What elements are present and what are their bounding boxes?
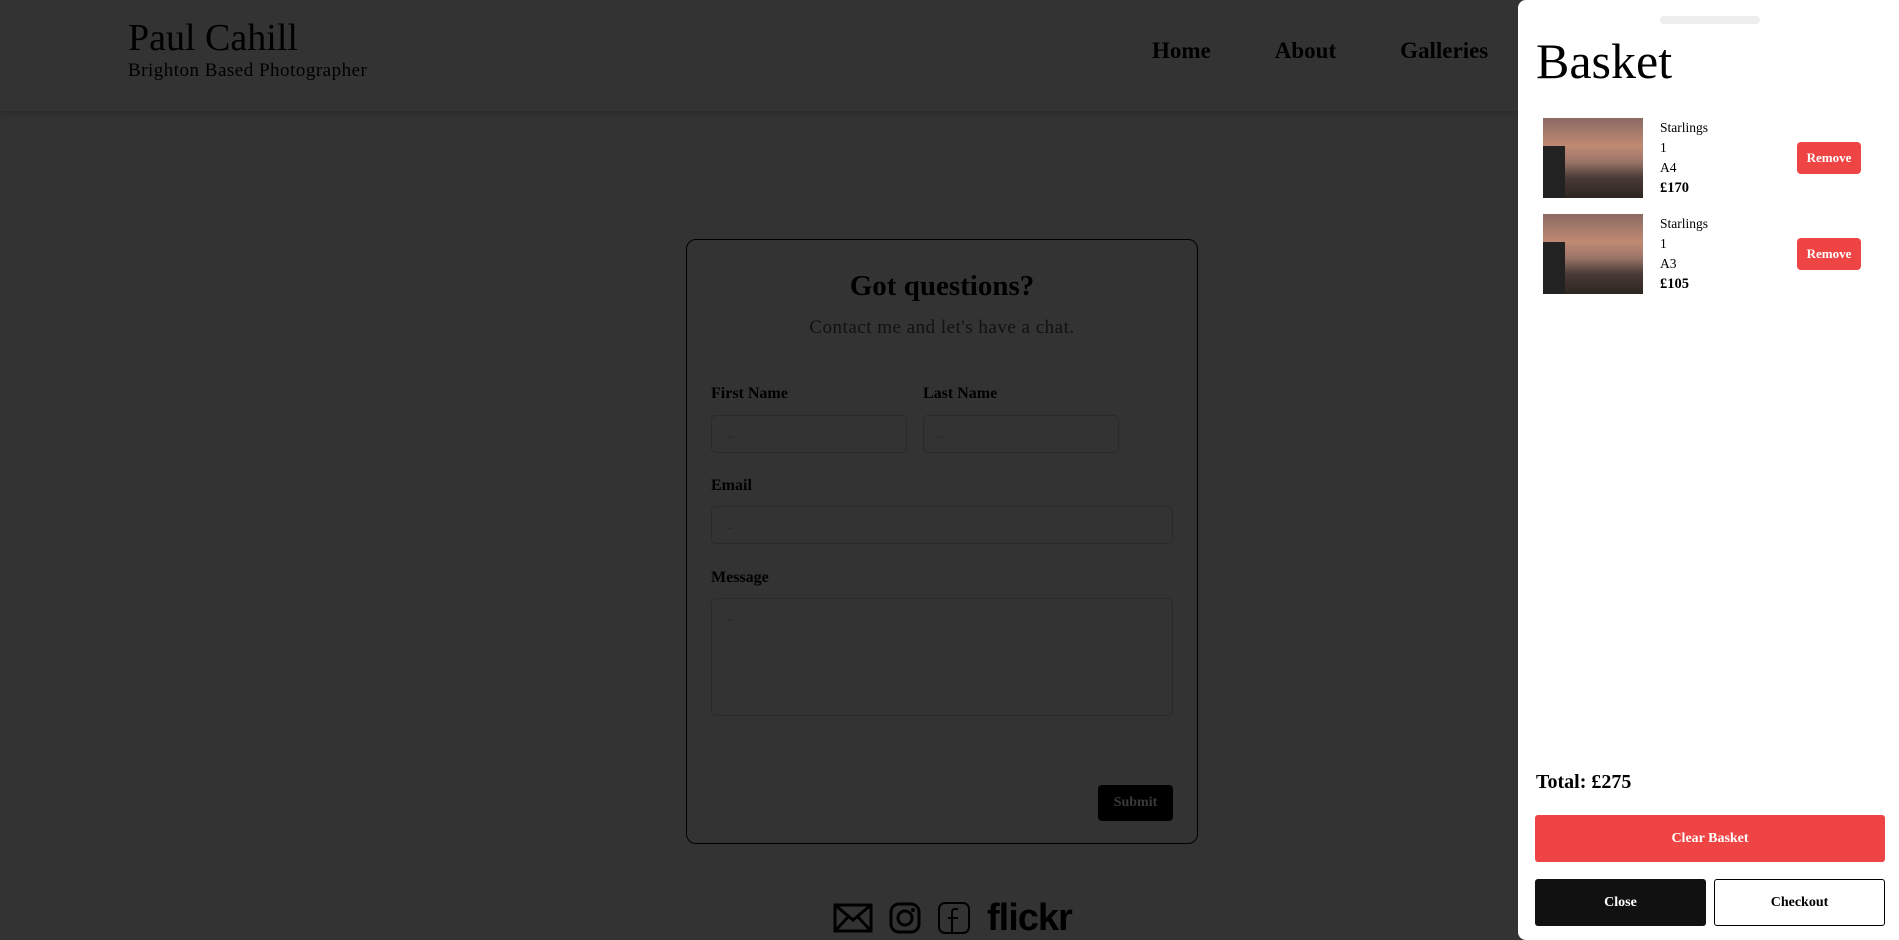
item-price: £170 [1660, 180, 1689, 196]
basket-total: Total: £275 [1536, 771, 1632, 793]
last-name-input[interactable]: ... [923, 415, 1119, 453]
contact-form: Got questions? Contact me and let's have… [686, 239, 1198, 844]
main-nav: Home About Galleries [1152, 38, 1488, 64]
item-name: Starlings [1660, 216, 1709, 231]
item-quantity: 1 [1660, 140, 1667, 155]
clear-basket-button[interactable]: Clear Basket [1535, 815, 1885, 862]
basket-panel: Basket Starlings 1 A4 £170 Remove Starli… [1518, 0, 1899, 940]
close-button[interactable]: Close [1535, 879, 1706, 926]
email-input[interactable]: ... [711, 506, 1173, 544]
item-name: Starlings [1660, 120, 1709, 135]
submit-button[interactable]: Submit [1098, 785, 1173, 821]
last-name-label: Last Name [923, 385, 998, 402]
item-price: £105 [1660, 276, 1689, 292]
item-quantity: 1 [1660, 236, 1667, 251]
flickr-logo[interactable]: flickr [987, 898, 1073, 938]
social-links: flickr [833, 898, 1073, 938]
remove-button[interactable]: Remove [1797, 142, 1861, 174]
message-textarea[interactable]: ... [711, 598, 1173, 716]
nav-home[interactable]: Home [1152, 38, 1211, 64]
basket-title: Basket [1536, 33, 1673, 89]
site-name: Paul Cahill [128, 17, 298, 59]
remove-button[interactable]: Remove [1797, 238, 1861, 270]
drag-handle[interactable] [1660, 16, 1760, 24]
site-tagline: Brighton Based Photographer [128, 60, 368, 81]
facebook-icon[interactable] [937, 901, 971, 935]
nav-galleries[interactable]: Galleries [1400, 38, 1488, 64]
nav-about[interactable]: About [1275, 38, 1336, 64]
brand[interactable]: Paul Cahill Brighton Based Photographer [128, 16, 367, 82]
item-size: A3 [1660, 256, 1677, 271]
item-thumbnail [1543, 118, 1643, 198]
basket-item: Starlings 1 A3 £105 Remove [1543, 214, 1883, 294]
first-name-input[interactable]: ... [711, 415, 907, 453]
mail-icon[interactable] [833, 903, 873, 933]
first-name-label: First Name [711, 385, 788, 402]
basket-item: Starlings 1 A4 £170 Remove [1543, 118, 1883, 198]
item-thumbnail [1543, 214, 1643, 294]
checkout-button[interactable]: Checkout [1714, 879, 1885, 926]
item-size: A4 [1660, 160, 1677, 175]
form-title: Got questions? [849, 270, 1035, 302]
message-label: Message [711, 569, 769, 586]
form-subtitle: Contact me and let's have a chat. [809, 317, 1075, 338]
instagram-icon[interactable] [889, 902, 921, 934]
email-label: Email [711, 477, 752, 494]
